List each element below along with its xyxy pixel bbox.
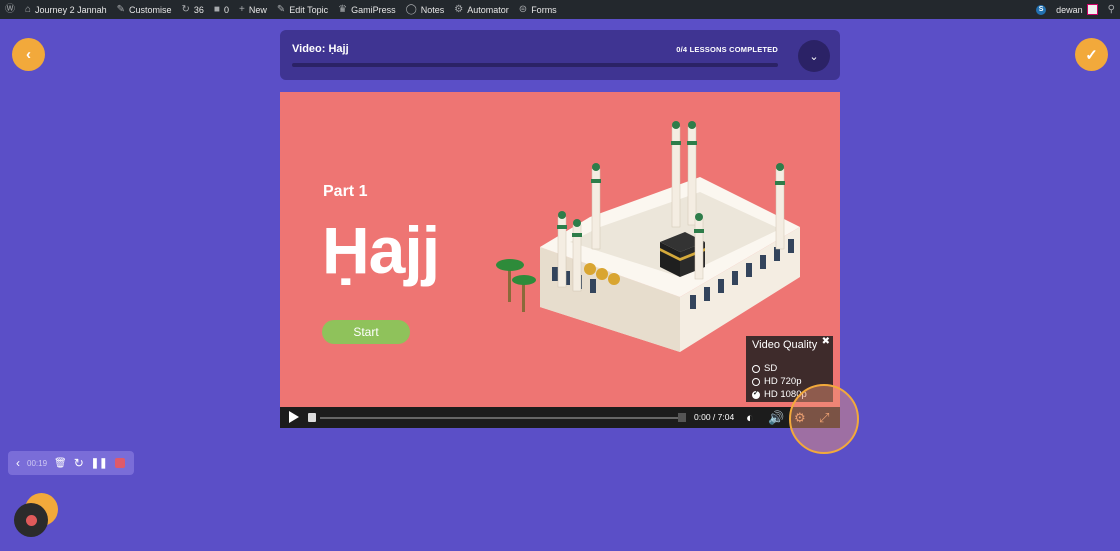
record-icon [25,514,37,526]
adminbar-item-label: GamiPress [351,4,396,15]
quality-option-label: HD 720p [764,376,802,387]
mark-complete-button[interactable]: ✓ [1075,38,1108,71]
lesson-list-toggle-button[interactable]: ⌄ [798,40,830,72]
radio-icon [752,364,760,373]
stop-icon[interactable] [114,458,125,468]
crown-icon: ♛ [338,3,348,15]
adminbar-item-label: Notes [420,4,445,15]
lessons-completed-status: 0/4 LESSONS COMPLETED [676,45,778,54]
avatar [1086,4,1098,15]
chevron-left-icon: ‹ [26,46,31,63]
restart-icon[interactable]: ↻ [74,456,84,470]
adminbar-item-journey-2-jannah[interactable]: ⌂ Journey 2 Jannah [20,0,112,19]
speed-icon[interactable]: ◐ [746,410,754,425]
pause-icon[interactable]: ❚❚ [91,458,108,469]
play-icon[interactable] [289,411,299,423]
quality-menu-close-icon[interactable]: ✖ [822,336,830,347]
video-start-button[interactable]: Start [322,320,410,344]
adminbar-item-label: Automator [467,4,509,15]
plus-icon: + [238,3,245,15]
adminbar-item-forms[interactable]: ⊜ Forms [514,0,562,19]
video-part-label: Part 1 [323,183,368,200]
adminbar-item-notes[interactable]: ◯ Notes [401,0,450,19]
admin-bar: Ⓦ ⌂ Journey 2 Jannah ✎ Customise ↻ 36 ■ 0 + New ✎ Ed… [0,0,1120,19]
adminbar-item-label: Edit Topic [289,4,329,15]
user-menu[interactable]: dewan [1051,0,1103,19]
chapters-icon[interactable] [308,413,316,422]
updates-icon: ↻ [181,3,190,15]
dashboard-icon: ⌂ [25,3,32,15]
trash-icon[interactable]: 🗑 [54,458,67,469]
screen-recorder-toolbar: ‹ 00:19 🗑 ↻ ❚❚ [8,451,134,475]
adminbar-item-gamipress[interactable]: ♛ GamiPress [333,0,400,19]
pencil-icon: ✎ [276,3,286,15]
wordpress-icon: Ⓦ [5,3,15,15]
adminbar-item-36[interactable]: ↻ 36 [177,0,209,19]
kaaba-illustration [496,121,800,352]
search-icon: ⚲ [1107,3,1115,15]
adminbar-item-customise[interactable]: ✎ Customise [112,0,177,19]
palm-tree-icon [496,259,536,312]
admin-search-button[interactable]: ⚲ [1103,0,1120,19]
video-title-art: Ḥajj [322,213,440,287]
adminbar-item-label: New [248,4,267,15]
adminbar-item-label: 0 [223,4,229,15]
adminbar-item-wp-logo[interactable]: Ⓦ [0,0,20,19]
video-seek-bar[interactable] [320,417,682,419]
forms-icon: ⊜ [518,3,528,15]
lesson-progress-bar [292,63,778,67]
adminbar-item-label: 36 [193,4,204,15]
video-quality-title: Video Quality [752,339,818,351]
site-badge-item[interactable]: S [1031,0,1051,19]
adminbar-item-edit-topic[interactable]: ✎ Edit Topic [272,0,333,19]
video-control-bar: 0:00 / 7:04 ◐ 🔊 ⚙ ⤢ [280,407,840,428]
robot-icon: ⚙ [454,3,464,15]
adminbar-item-label: Journey 2 Jannah [35,4,107,15]
video-time: 0:00 / 7:04 [694,412,735,422]
record-button[interactable] [14,503,48,537]
radio-icon [752,377,760,386]
adminbar-item-new[interactable]: + New [234,0,272,19]
quality-option-sd[interactable]: SD [752,363,777,374]
video-player[interactable]: Part 1 Ḥajj Start Video Quality ✖ SD HD … [280,92,840,428]
quality-option-hd720[interactable]: HD 720p [752,376,802,387]
adminbar-item-automator[interactable]: ⚙ Automator [449,0,514,19]
chevron-down-icon: ⌄ [809,50,819,63]
chat-icon: ◯ [405,3,417,15]
volume-icon[interactable]: 🔊 [768,410,784,425]
adminbar-item-label: Forms [531,4,557,15]
radio-checked-icon [752,389,760,399]
recorder-back-icon[interactable]: ‹ [16,456,20,470]
brush-icon: ✎ [116,3,125,15]
seek-handle[interactable] [678,413,686,422]
recorder-time: 00:19 [27,458,48,468]
adminbar-item-0[interactable]: ■ 0 [209,0,234,19]
previous-lesson-button[interactable]: ‹ [12,38,45,71]
quality-option-label: SD [764,363,778,374]
check-icon: ✓ [1085,46,1098,64]
comments-icon: ■ [213,3,220,15]
adminbar-item-label: Customise [129,4,172,15]
lesson-title: Video: Ḥajj [292,43,349,55]
click-highlight-ring [789,384,859,454]
site-badge-icon: S [1036,4,1047,15]
user-name: dewan [1056,4,1083,15]
lesson-header: Video: Ḥajj 0/4 LESSONS COMPLETED ⌄ [280,30,840,80]
